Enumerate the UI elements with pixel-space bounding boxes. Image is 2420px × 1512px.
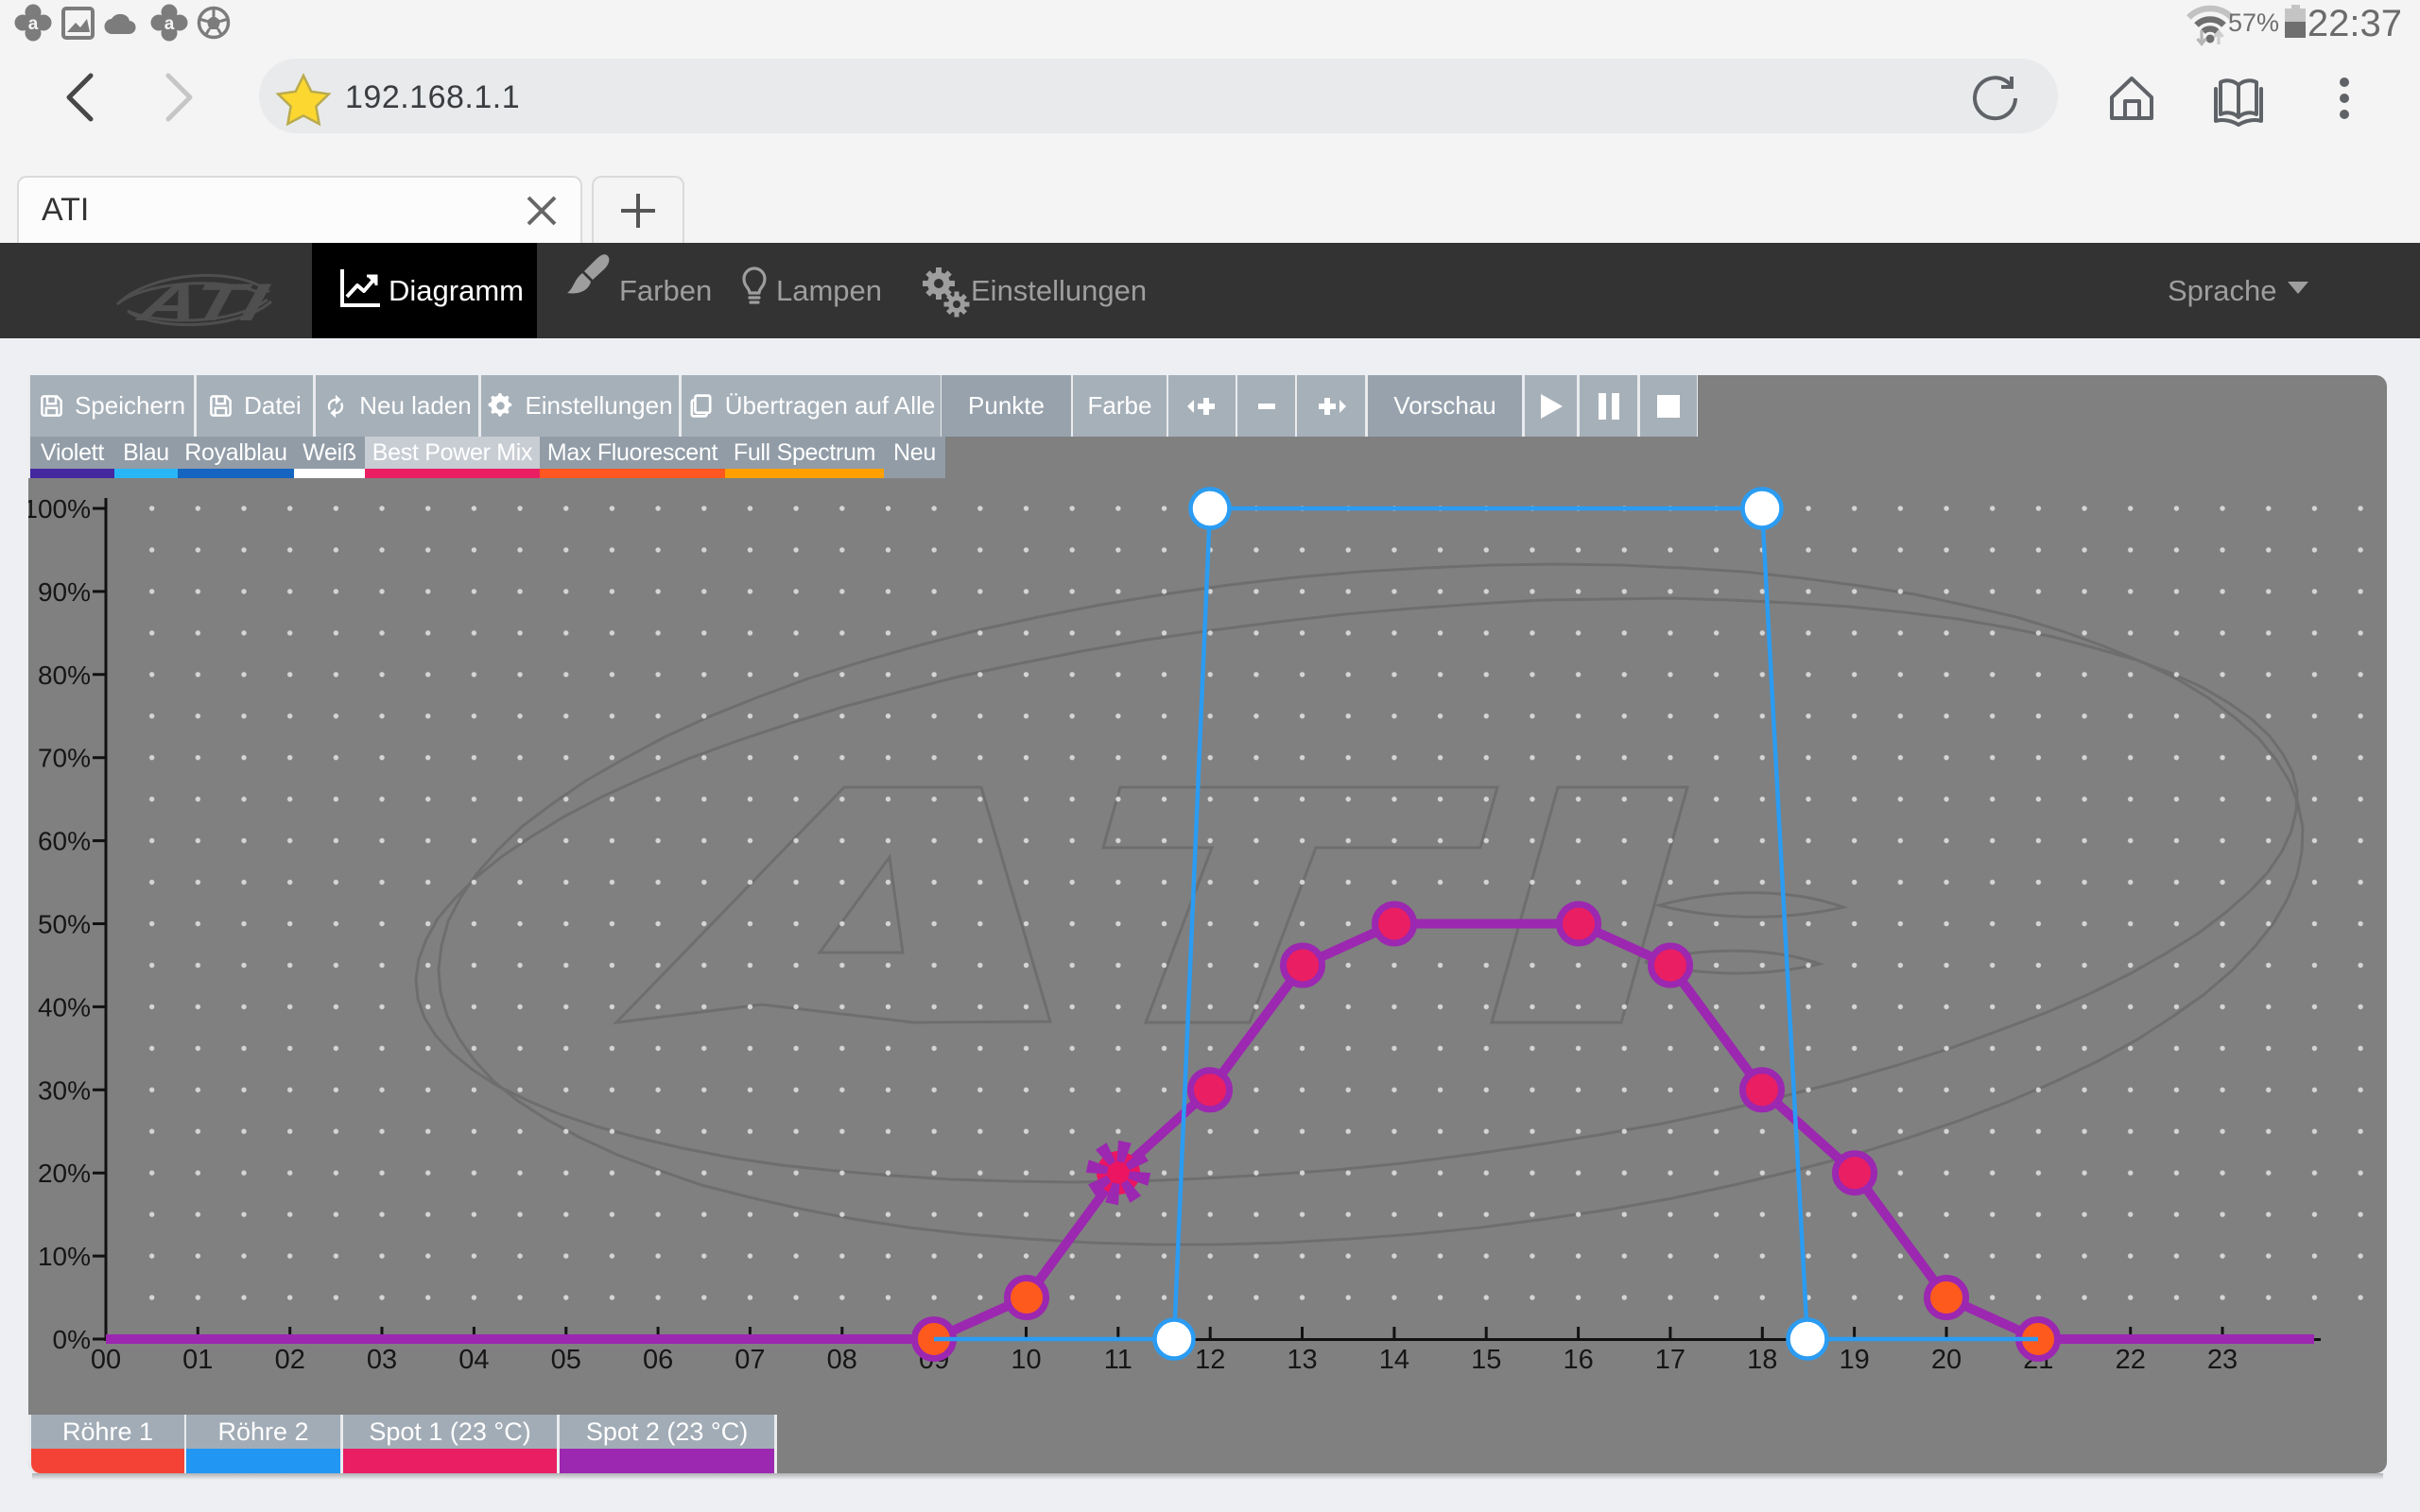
svg-text:20%: 20% xyxy=(38,1159,91,1188)
svg-text:17: 17 xyxy=(1655,1345,1685,1375)
svg-text:05: 05 xyxy=(551,1345,581,1375)
svg-text:00: 00 xyxy=(91,1345,121,1375)
svg-text:01: 01 xyxy=(182,1345,213,1375)
svg-text:90%: 90% xyxy=(38,577,91,607)
svg-text:70%: 70% xyxy=(38,744,91,773)
svg-text:30%: 30% xyxy=(38,1075,91,1105)
svg-text:06: 06 xyxy=(643,1345,673,1375)
svg-text:07: 07 xyxy=(735,1345,765,1375)
svg-text:11: 11 xyxy=(1104,1345,1132,1375)
svg-text:60%: 60% xyxy=(38,827,91,856)
svg-text:12: 12 xyxy=(1195,1345,1225,1375)
svg-text:13: 13 xyxy=(1287,1345,1317,1375)
svg-text:50%: 50% xyxy=(38,910,91,939)
svg-text:Sprache: Sprache xyxy=(2168,274,2276,307)
svg-text:80%: 80% xyxy=(38,661,91,690)
svg-text:a: a xyxy=(28,14,39,34)
svg-text:Diagramm: Diagramm xyxy=(389,274,524,307)
svg-text:Einstellungen: Einstellungen xyxy=(971,274,1147,307)
svg-text:19: 19 xyxy=(1839,1345,1869,1375)
svg-text:40%: 40% xyxy=(38,992,91,1022)
svg-text:08: 08 xyxy=(827,1345,857,1375)
svg-text:57%: 57% xyxy=(2228,9,2279,37)
svg-text:Lampen: Lampen xyxy=(776,274,882,307)
svg-text:14: 14 xyxy=(1379,1345,1409,1375)
svg-text:02: 02 xyxy=(275,1345,305,1375)
svg-text:100%: 100% xyxy=(28,494,91,524)
svg-text:15: 15 xyxy=(1471,1345,1501,1375)
svg-text:22:37: 22:37 xyxy=(2308,3,2402,44)
svg-text:10%: 10% xyxy=(38,1242,91,1271)
svg-text:Farben: Farben xyxy=(619,274,712,307)
svg-text:a: a xyxy=(164,14,175,34)
svg-text:0%: 0% xyxy=(53,1325,91,1354)
svg-text:18: 18 xyxy=(1747,1345,1777,1375)
svg-text:23: 23 xyxy=(2207,1345,2238,1375)
svg-text:03: 03 xyxy=(367,1345,397,1375)
svg-text:22: 22 xyxy=(2116,1345,2146,1375)
svg-text:04: 04 xyxy=(458,1345,489,1375)
svg-text:20: 20 xyxy=(1931,1345,1962,1375)
svg-text:16: 16 xyxy=(1563,1345,1593,1375)
svg-text:ATI: ATI xyxy=(130,274,274,333)
svg-text:10: 10 xyxy=(1011,1345,1041,1375)
